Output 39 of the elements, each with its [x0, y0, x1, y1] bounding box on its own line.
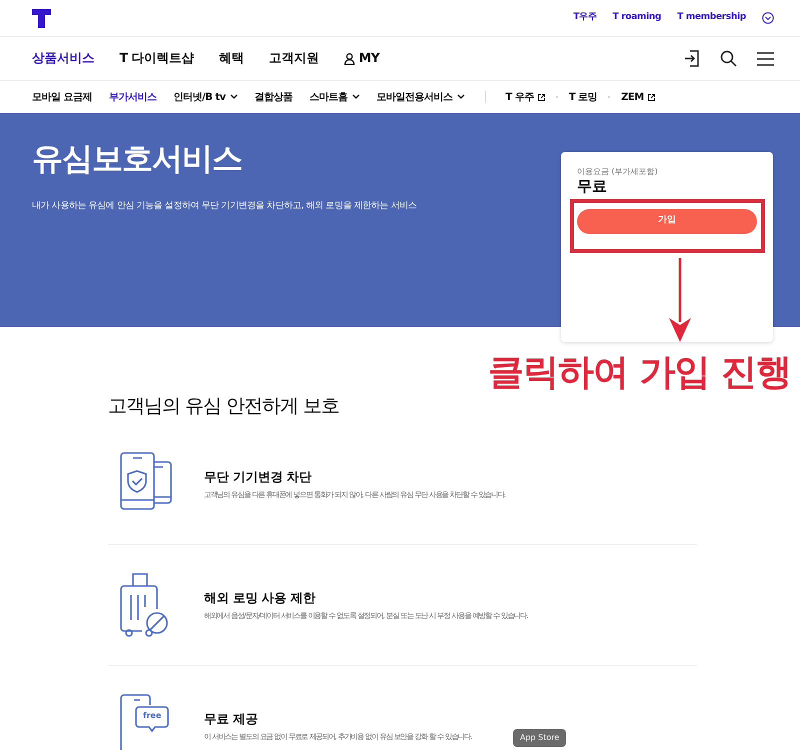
feature-title: 무단 기기변경 차단 — [204, 468, 312, 486]
logo-icon[interactable] — [32, 8, 51, 28]
arrow-down-icon — [669, 258, 691, 342]
user-icon — [344, 52, 355, 64]
tooltip: App Store — [513, 729, 566, 747]
menu-icon[interactable] — [757, 52, 774, 66]
caret-icon — [352, 94, 360, 100]
phone-shield-icon — [120, 452, 174, 510]
feature-title: 해외 로밍 사용 제한 — [204, 588, 316, 607]
page-title: 유심보호서비스 — [32, 141, 242, 178]
price-label: 이용요금 (부가세포함) — [577, 166, 658, 178]
external-link[interactable]: T 로밍 — [568, 90, 598, 104]
nav-tab[interactable]: 상품서비스 — [32, 49, 94, 68]
nav-tab[interactable]: MY — [344, 49, 380, 68]
caret-icon — [456, 94, 465, 100]
utility-link[interactable]: T우주 — [573, 11, 597, 25]
icon-label: free — [143, 712, 162, 720]
subnav-tab[interactable]: 부가서비스 — [108, 90, 156, 104]
nav-tab[interactable]: 혜택 — [218, 49, 244, 68]
utility-link[interactable]: T membership — [677, 11, 746, 25]
nav-tab[interactable]: 고객지원 — [268, 49, 319, 68]
price-value: 무료 — [577, 178, 607, 194]
caret-icon — [230, 94, 238, 100]
subnav-tab[interactable]: 인터넷/B tv — [173, 90, 238, 104]
login-icon[interactable] — [684, 50, 700, 67]
subnav-tab[interactable]: 결합상품 — [254, 90, 293, 104]
external-link[interactable]: T 우주 — [506, 90, 545, 104]
subnav-tab[interactable]: 모바일전용서비스 — [376, 90, 465, 104]
chevron-down-icon[interactable] — [762, 12, 774, 24]
utility-link[interactable]: T roaming — [612, 11, 662, 25]
subnav-tab[interactable]: 모바일 요금제 — [32, 90, 92, 104]
annotation-text: 클릭하여 가입 진행 — [488, 351, 792, 395]
page-description: 내가 사용하는 유심에 안심 기능을 설정하여 무단 기기변경을 차단하고, 해외 로밍을 제한하는 서비스 — [32, 200, 418, 214]
external-link[interactable]: ZEM — [621, 90, 655, 104]
search-icon[interactable] — [720, 50, 737, 67]
nav-tab[interactable]: T 다이렉트샵 — [120, 49, 194, 68]
subnav-tab[interactable]: 스마트홈 — [310, 90, 360, 104]
section-heading: 고객님의 유심 안전하게 보호 — [108, 395, 340, 418]
feature-title: 무료 제공 — [204, 710, 258, 728]
